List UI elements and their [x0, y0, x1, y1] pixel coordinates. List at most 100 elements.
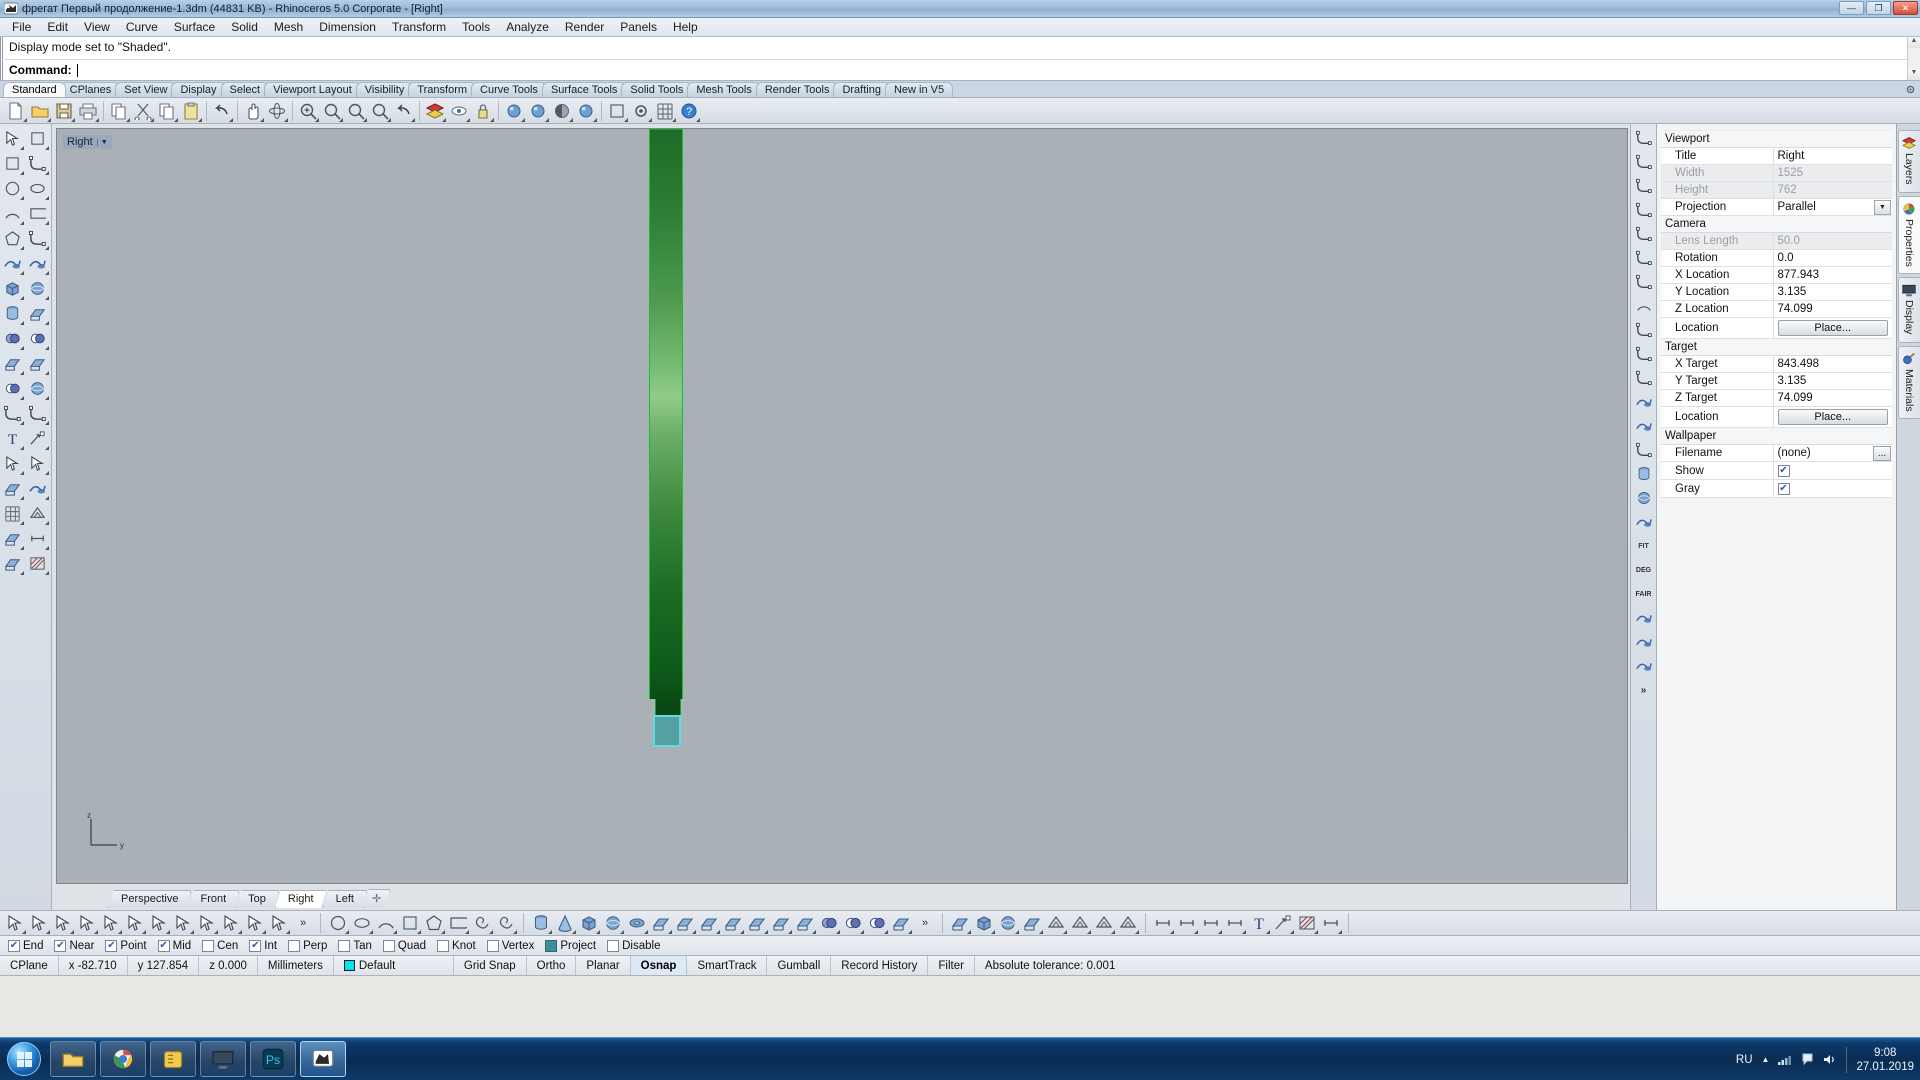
- select-surface-icon[interactable]: [75, 911, 99, 935]
- osnap-checkbox[interactable]: [486, 939, 499, 952]
- copy-icon[interactable]: [155, 99, 179, 123]
- property-checkbox[interactable]: ✔: [1777, 483, 1790, 495]
- layer-color-swatch[interactable]: [343, 960, 355, 971]
- language-indicator[interactable]: RU: [1736, 1054, 1753, 1066]
- bottom-solid-group-overflow-button[interactable]: »: [913, 911, 937, 935]
- select-by-layer-icon[interactable]: [171, 911, 195, 935]
- mesh-from-surface-icon[interactable]: [948, 911, 972, 935]
- property-value-cell[interactable]: 877.943: [1773, 266, 1892, 284]
- toolbar-tab-mesh-tools[interactable]: Mesh Tools: [687, 82, 761, 97]
- place-button[interactable]: Place...: [1777, 320, 1888, 336]
- sphere-project-icon[interactable]: [1632, 486, 1656, 510]
- osnap-checkbox[interactable]: ✔: [105, 939, 118, 952]
- twist-icon[interactable]: [1632, 510, 1656, 534]
- box-icon[interactable]: [0, 276, 25, 301]
- dim-angle-icon[interactable]: [1223, 911, 1247, 935]
- osnap-vertex[interactable]: Vertex: [486, 939, 534, 952]
- osnap-quad[interactable]: Quad: [382, 939, 426, 952]
- polyline-icon[interactable]: [0, 151, 25, 176]
- osnap-checkbox[interactable]: [437, 939, 450, 952]
- arc-icon[interactable]: [0, 201, 25, 226]
- command-scrollbar[interactable]: ▲ ▼: [1907, 37, 1920, 80]
- circle-icon[interactable]: [326, 911, 350, 935]
- zoom-window-icon[interactable]: [320, 99, 344, 123]
- volume-icon[interactable]: [1823, 1053, 1837, 1066]
- osnap-checkbox[interactable]: [288, 939, 301, 952]
- pipe-icon[interactable]: [649, 911, 673, 935]
- current-layer[interactable]: Default: [334, 956, 454, 975]
- toolbar-tab-display[interactable]: Display: [171, 82, 226, 97]
- place-button[interactable]: Place...: [1777, 409, 1888, 425]
- curve-match-icon[interactable]: [1632, 198, 1656, 222]
- curve-fair-button[interactable]: FAIR: [1632, 582, 1656, 606]
- mesh-split-icon[interactable]: [1116, 911, 1140, 935]
- surface-flow-icon[interactable]: [1632, 414, 1656, 438]
- leader-icon[interactable]: [1271, 911, 1295, 935]
- dim-linear-icon[interactable]: [25, 526, 50, 551]
- taper-icon[interactable]: [25, 476, 50, 501]
- mesh-sphere-icon[interactable]: [996, 911, 1020, 935]
- sphere-project-icon[interactable]: [25, 376, 50, 401]
- scroll-down-arrow[interactable]: ▼: [1908, 69, 1920, 80]
- mesh-plane-icon[interactable]: [1020, 911, 1044, 935]
- osnap-checkbox[interactable]: [338, 939, 351, 952]
- hatch-icon[interactable]: [25, 551, 50, 576]
- select-all-icon[interactable]: [219, 911, 243, 935]
- curve-extend-icon[interactable]: [1632, 246, 1656, 270]
- select-polyline-icon[interactable]: [51, 911, 75, 935]
- curve-deg-button[interactable]: DEG: [1632, 558, 1656, 582]
- osnap-mid[interactable]: ✔ Mid: [157, 939, 191, 952]
- toolbar-tab-surface-tools[interactable]: Surface Tools: [541, 82, 627, 97]
- status-toggle-record-history[interactable]: Record History: [831, 956, 929, 975]
- patch-icon[interactable]: [0, 526, 25, 551]
- menu-item-tools[interactable]: Tools: [454, 18, 498, 36]
- menu-item-view[interactable]: View: [76, 18, 118, 36]
- panel-tab-materials[interactable]: Materials: [1897, 345, 1920, 420]
- dashed-curve-icon[interactable]: [1632, 438, 1656, 462]
- taper-icon[interactable]: [1632, 606, 1656, 630]
- cut-scissors-icon[interactable]: [131, 99, 155, 123]
- save-icon[interactable]: [52, 99, 76, 123]
- text-icon[interactable]: T: [1247, 911, 1271, 935]
- open-folder-icon[interactable]: [28, 99, 52, 123]
- select-points-icon[interactable]: [147, 911, 171, 935]
- right-viewport[interactable]: Right ▼ z y: [56, 128, 1628, 884]
- undo-arrow-icon[interactable]: [210, 99, 234, 123]
- taskbar-item-rhino[interactable]: [300, 1041, 346, 1077]
- osnap-end[interactable]: ✔ End: [8, 939, 43, 952]
- maximize-button[interactable]: ❐: [1866, 1, 1891, 15]
- print-icon[interactable]: [76, 99, 100, 123]
- osnap-int[interactable]: ✔ Int: [249, 939, 277, 952]
- osnap-tan[interactable]: Tan: [338, 939, 372, 952]
- chevron-down-icon[interactable]: ▼: [1874, 200, 1891, 215]
- toolbar-tab-new-in-v5[interactable]: New in V5: [884, 82, 954, 97]
- viewport-tab-top[interactable]: Top: [235, 890, 279, 908]
- render-icon[interactable]: [502, 99, 526, 123]
- toolbar-tab-standard[interactable]: Standard: [3, 82, 66, 97]
- sweep1-icon[interactable]: [745, 911, 769, 935]
- zoom-in-icon[interactable]: [296, 99, 320, 123]
- sweep1-icon[interactable]: [0, 551, 25, 576]
- curve-arc-blend-icon[interactable]: [1632, 294, 1656, 318]
- curve-corner-icon[interactable]: [1632, 150, 1656, 174]
- bottom-select-group-overflow-button[interactable]: »: [291, 911, 315, 935]
- select-none-icon[interactable]: [243, 911, 267, 935]
- curve-tangent-icon[interactable]: [25, 401, 50, 426]
- extrude-icon[interactable]: [0, 351, 25, 376]
- taskbar-item-media-player[interactable]: [200, 1041, 246, 1077]
- property-dropdown-cell[interactable]: Parallel ▼: [1773, 198, 1892, 216]
- toolbar-tab-render-tools[interactable]: Render Tools: [755, 82, 839, 97]
- status-toggle-planar[interactable]: Planar: [576, 956, 631, 975]
- ellipse-icon[interactable]: [25, 176, 50, 201]
- toolbar-tab-solid-tools[interactable]: Solid Tools: [621, 82, 693, 97]
- place-button-cell[interactable]: Place...: [1773, 406, 1892, 428]
- select-all-icon[interactable]: [0, 451, 25, 476]
- property-value-cell[interactable]: 843.498: [1773, 355, 1892, 373]
- curve-fillet-icon[interactable]: [25, 151, 50, 176]
- scroll-up-arrow[interactable]: ▲: [1908, 37, 1920, 48]
- leader-icon[interactable]: [25, 426, 50, 451]
- property-checkbox[interactable]: ✔: [1777, 465, 1790, 477]
- osnap-checkbox[interactable]: ✔: [249, 939, 262, 952]
- cylinder-icon[interactable]: [0, 301, 25, 326]
- rendered-view-icon[interactable]: [574, 99, 598, 123]
